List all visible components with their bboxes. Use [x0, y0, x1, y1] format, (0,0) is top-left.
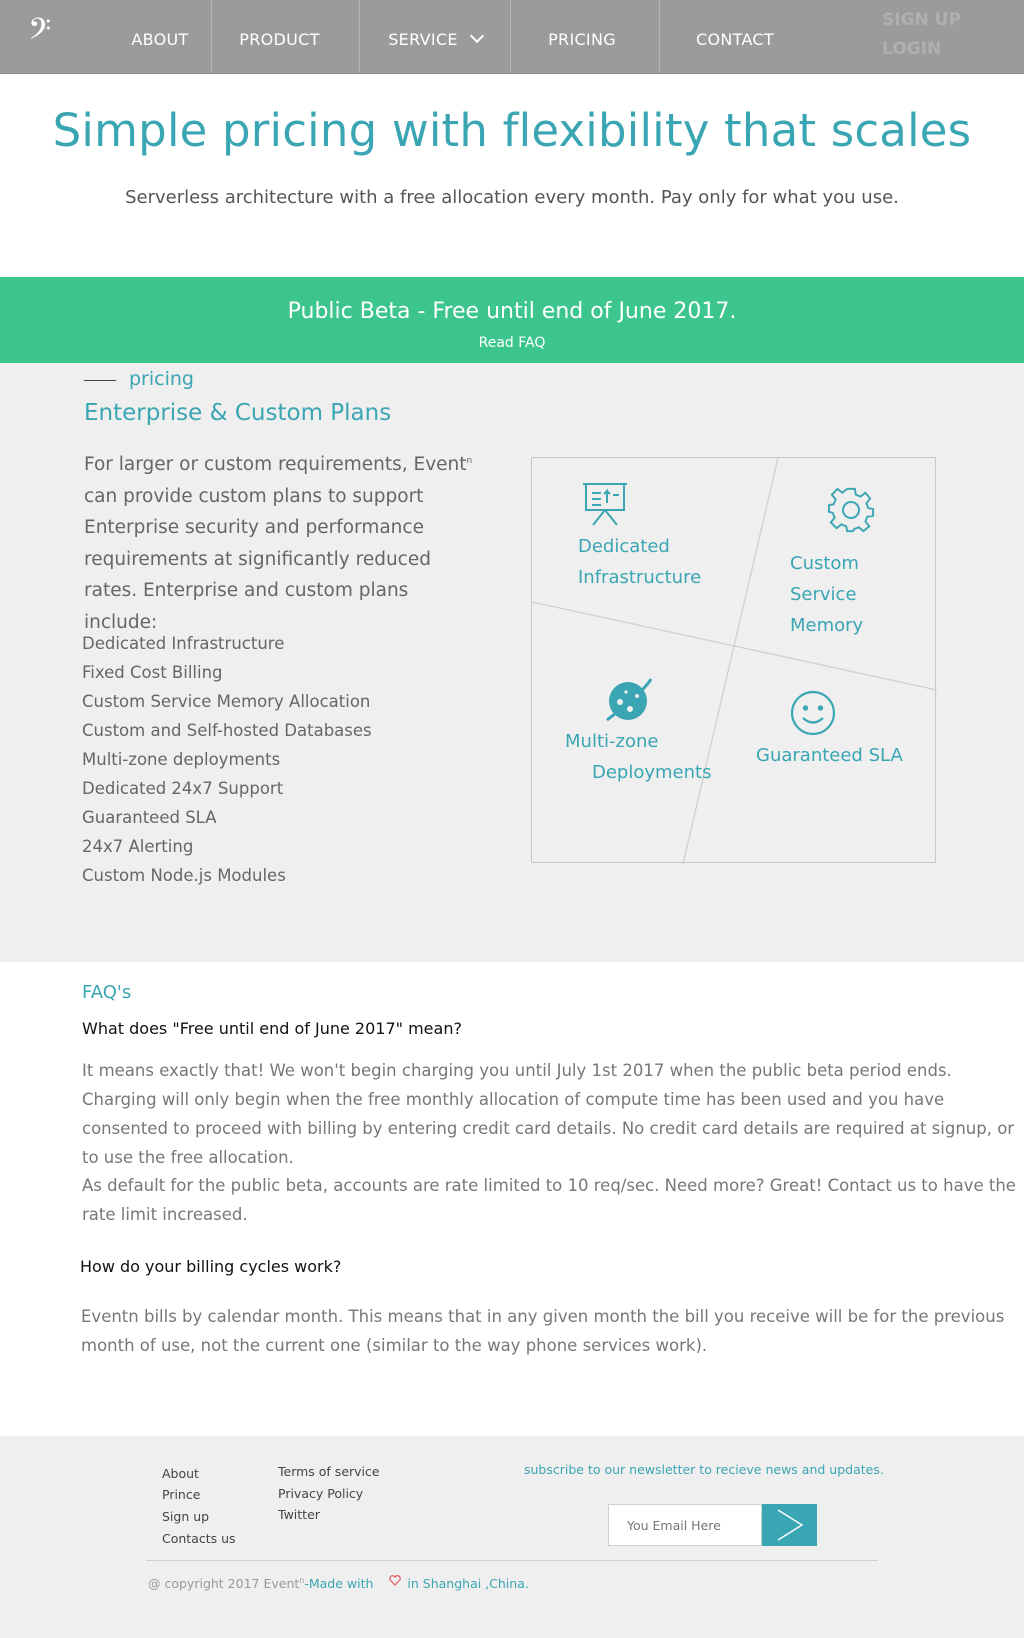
faq-heading: FAQ's	[82, 982, 132, 1003]
list-item: Custom Node.js Modules	[82, 866, 286, 885]
list-item: Custom Service Memory Allocation	[82, 692, 371, 711]
banner-title: Public Beta - Free until end of June 201…	[287, 299, 737, 324]
quadrant-label-line: Multi-zone	[565, 731, 659, 752]
faq-answer: As default for the public beta, accounts…	[82, 1176, 1016, 1224]
nav-item-label: PRODUCT	[239, 30, 320, 49]
bass-clef-icon[interactable]: 𝄢	[28, 14, 68, 54]
nav-item-pricing[interactable]: PRICING	[511, 0, 653, 73]
top-navbar: 𝄢 ABOUT PRODUCT SERVICE PRICING CONTACT …	[0, 0, 1024, 74]
feature-list: Dedicated Infrastructure Fixed Cost Bill…	[82, 629, 372, 890]
nav-item-label: ABOUT	[131, 30, 189, 49]
gear-icon	[827, 486, 875, 538]
nav-item-label: CONTACT	[696, 30, 774, 49]
footer-link-terms[interactable]: Terms of service	[278, 1464, 380, 1479]
faq-answer: It means exactly that! We won't begin ch…	[82, 1061, 1015, 1167]
quadrant-label-line: Infrastructure	[578, 567, 702, 588]
email-input[interactable]	[608, 1504, 762, 1546]
footer-link-about[interactable]: About	[162, 1466, 199, 1481]
list-item: Fixed Cost Billing	[82, 663, 223, 682]
made-with-text: -Made with	[304, 1576, 374, 1592]
presentation-board-icon	[581, 481, 629, 531]
quadrant-label-line: Deployments	[592, 762, 712, 783]
read-faq-label: Read FAQ	[478, 335, 546, 351]
chevron-down-icon	[469, 28, 484, 44]
section-title: Enterprise & Custom Plans	[84, 400, 392, 426]
quadrant-label-line: Service Memory	[790, 584, 864, 636]
faq-answer: Eventn bills by calendar month. This mea…	[81, 1307, 1005, 1355]
faq-question: What does "Free until end of June 2017" …	[82, 1019, 462, 1038]
footer-link-contacts[interactable]: Contacts us	[162, 1531, 236, 1546]
nav-item-service[interactable]: SERVICE	[360, 0, 510, 73]
subscribe-button[interactable]	[762, 1504, 817, 1546]
newsletter-text: subscribe to our newsletter to recieve n…	[524, 1462, 884, 1477]
faq-question: How do your billing cycles work?	[80, 1257, 342, 1276]
copyright: @ copyright 2017 Eventn-Made with in Sha…	[148, 1574, 529, 1592]
list-item: Custom and Self-hosted Databases	[82, 721, 372, 740]
quadrant-label-sla: Guaranteed SLA	[756, 740, 903, 771]
arrow-right-icon	[777, 1509, 804, 1541]
list-item: Dedicated 24x7 Support	[82, 779, 284, 798]
footer-divider	[146, 1560, 878, 1561]
page-title: Simple pricing with flexibility that sca…	[52, 104, 972, 157]
quadrant-label-multizone: Multi-zone Deployments	[565, 726, 711, 788]
quadrant-label-line: Guaranteed SLA	[756, 745, 903, 766]
section-dash	[84, 380, 116, 381]
copyright-prefix: @ copyright 2017 Event	[148, 1576, 300, 1592]
footer-link-privacy[interactable]: Privacy Policy	[278, 1486, 363, 1501]
intro-text-start: For larger or custom requirements, Event	[84, 454, 467, 476]
footer-link-sign-up[interactable]: Sign up	[162, 1509, 209, 1524]
planet-icon	[605, 676, 653, 728]
heart-icon	[389, 1574, 402, 1589]
list-item: Dedicated Infrastructure	[82, 634, 285, 653]
intro-superscript: n	[466, 456, 473, 466]
location-text: in Shanghai ,China.	[407, 1576, 529, 1592]
nav-item-contact[interactable]: CONTACT	[660, 0, 810, 73]
nav-item-label: PRICING	[548, 30, 616, 49]
sign-up-link[interactable]: SIGN UP	[882, 10, 961, 30]
list-item: 24x7 Alerting	[82, 837, 194, 856]
login-link[interactable]: LOGIN	[882, 39, 941, 59]
feature-quadrant-card: Dedicated Infrastructure Custom Service …	[531, 457, 937, 864]
footer-link-prince[interactable]: Prince	[162, 1487, 200, 1502]
beta-banner: Public Beta - Free until end of June 201…	[0, 277, 1024, 363]
section-tag: pricing	[129, 368, 194, 390]
intro-text-end: can provide custom plans to support Ente…	[84, 485, 431, 633]
quadrant-label-line: Dedicated	[578, 536, 670, 557]
smiley-icon	[789, 689, 837, 741]
page-subtitle: Serverless architecture with a free allo…	[125, 187, 899, 208]
quadrant-label-line: Custom	[790, 553, 859, 574]
nav-item-label: SERVICE	[388, 30, 458, 49]
nav-item-product[interactable]: PRODUCT	[212, 0, 347, 73]
quadrant-label-memory: Custom Service Memory	[790, 548, 935, 641]
nav-item-about[interactable]: ABOUT	[112, 0, 208, 73]
read-faq-link[interactable]: Read FAQ	[0, 335, 1024, 351]
list-item: Multi-zone deployments	[82, 750, 281, 769]
pricing-intro: For larger or custom requirements, Event…	[84, 446, 484, 638]
footer-link-twitter[interactable]: Twitter	[278, 1507, 320, 1522]
list-item: Guaranteed SLA	[82, 808, 217, 827]
quadrant-label-infra: Dedicated Infrastructure	[578, 531, 701, 593]
